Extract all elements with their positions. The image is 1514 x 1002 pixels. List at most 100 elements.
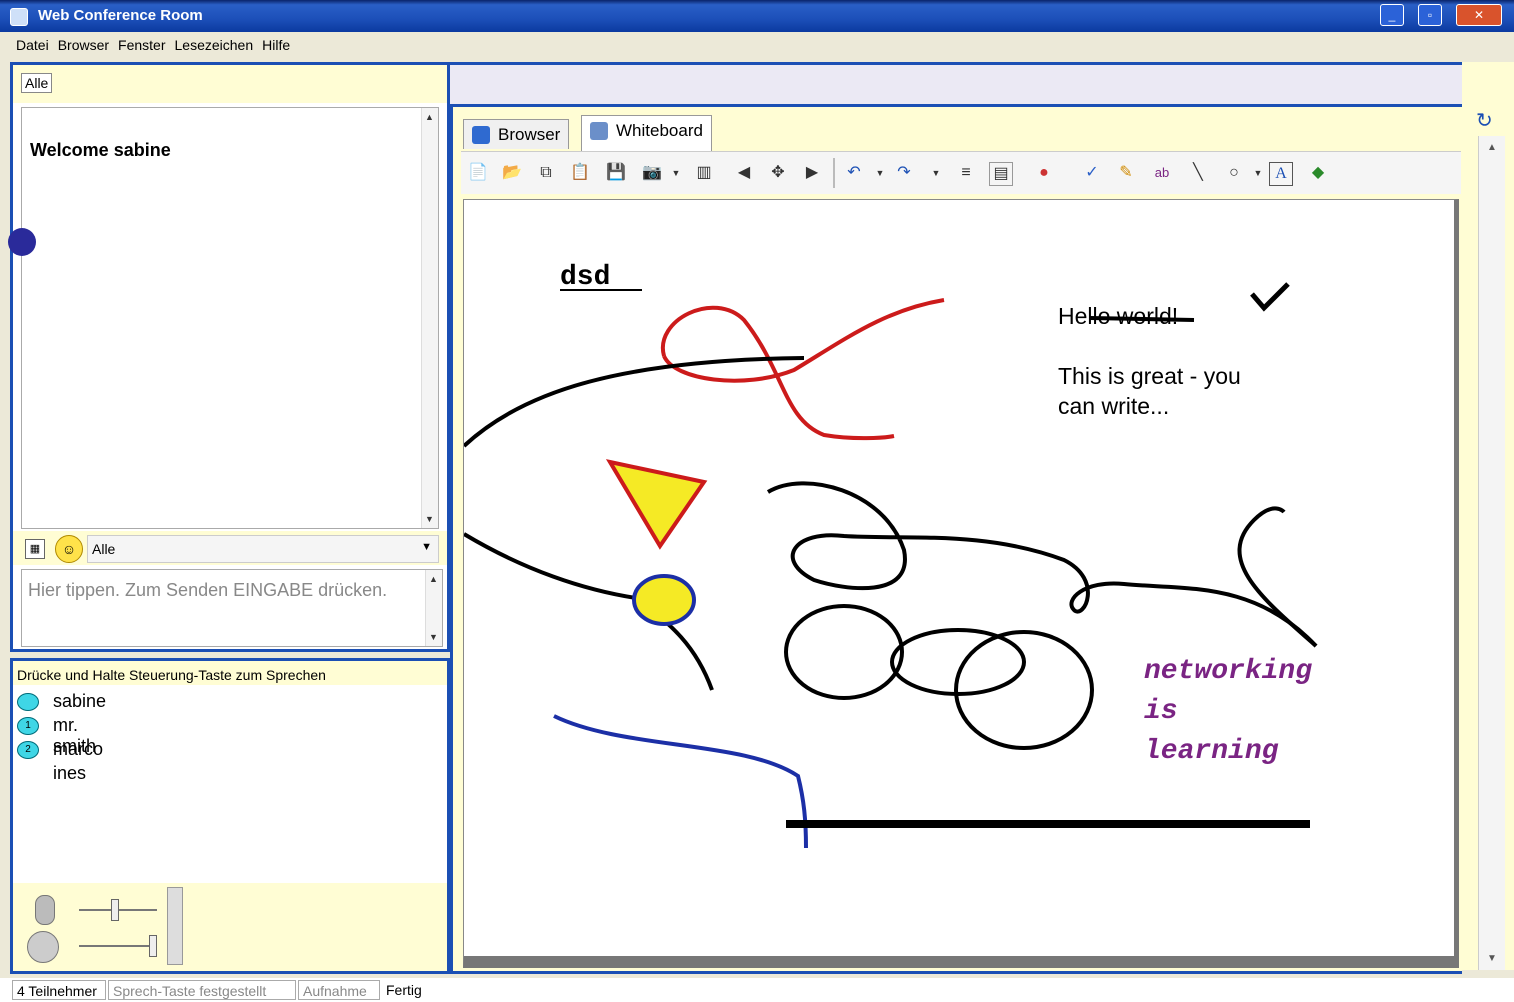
pencil-icon[interactable]: ✎	[1115, 162, 1137, 184]
scroll-up-icon[interactable]: ▲	[1487, 142, 1497, 153]
text-learning: learning	[1144, 736, 1279, 767]
chevron-down-icon[interactable]: ▼	[869, 162, 891, 184]
shapes-icon[interactable]: ◆	[1307, 162, 1329, 184]
redo-icon[interactable]: ↷	[893, 162, 915, 184]
chat-tab-strip: Alle	[13, 65, 447, 103]
whiteboard-drawing: dsd Hello world! This is great - you can…	[462, 262, 1318, 849]
menu-hilfe[interactable]: Hilfe	[259, 32, 296, 53]
globe-icon	[472, 126, 490, 144]
chat-input-placeholder: Hier tippen. Zum Senden EINGABE drücken.	[28, 580, 388, 600]
prev-icon[interactable]: ◀	[733, 162, 755, 184]
top-strip	[450, 62, 1462, 106]
chat-tab-all[interactable]: Alle	[21, 73, 53, 93]
presenter-dot	[8, 228, 36, 256]
menu-lesezeichen[interactable]: Lesezeichen	[172, 32, 260, 53]
speaker-icon[interactable]	[27, 931, 59, 963]
window-title: Web Conference Room	[38, 7, 203, 24]
status-recording: Aufnahme	[298, 980, 380, 1000]
chat-tools: ▦ ☺ Alle ▼	[13, 531, 447, 565]
speech-bubble-icon	[17, 693, 39, 711]
black-stroke	[1237, 506, 1318, 648]
text-note-line2: can write...	[1058, 393, 1169, 419]
line-width-icon[interactable]: ≡	[955, 162, 977, 184]
black-stroke	[766, 481, 1318, 648]
eraser-icon[interactable]: ●	[1033, 162, 1055, 184]
chat-scrollbar[interactable]: ▲ ▼	[421, 108, 438, 528]
chevron-down-icon[interactable]: ▼	[1247, 162, 1269, 184]
check-mark	[1250, 282, 1290, 312]
red-stroke	[662, 298, 945, 383]
maximize-icon[interactable]: ▫	[1418, 4, 1442, 26]
participant-name: marco	[53, 739, 104, 759]
text-tool-icon[interactable]: A	[1269, 162, 1293, 186]
scroll-down-icon[interactable]: ▼	[425, 514, 434, 524]
minimize-icon[interactable]: _	[1380, 4, 1404, 26]
status-bar: 4 Teilnehmer Sprech-Taste festgestellt A…	[0, 978, 1514, 1002]
status-state: Fertig	[382, 980, 442, 1000]
chevron-down-icon[interactable]: ▼	[665, 162, 687, 184]
new-page-icon[interactable]: 📄	[467, 162, 489, 184]
recipient-value: Alle	[92, 541, 116, 557]
tab-label: Browser	[498, 125, 561, 144]
save-icon[interactable]: 💾	[605, 162, 627, 184]
text-marker-icon[interactable]: ab	[1151, 162, 1173, 184]
whiteboard-canvas[interactable]: dsd Hello world! This is great - you can…	[462, 199, 1459, 968]
speaker-volume-slider[interactable]	[79, 945, 157, 947]
microphone-icon[interactable]	[35, 895, 55, 925]
chat-input-scrollbar[interactable]: ▲ ▼	[425, 570, 442, 646]
recipient-select[interactable]: Alle ▼	[87, 535, 439, 563]
page-scrollbar[interactable]: ▲ ▼	[1478, 136, 1505, 970]
chat-panel: Alle Welcome sabine ▲ ▼ ▦ ☺ Alle ▼ Hier …	[10, 62, 450, 652]
black-stroke	[462, 356, 805, 448]
open-icon[interactable]: 📂	[501, 162, 523, 184]
format-icon[interactable]: ▦	[25, 539, 45, 559]
chevron-down-icon: ▼	[421, 541, 432, 553]
scroll-up-icon[interactable]: ▲	[425, 112, 434, 122]
menu-fenster[interactable]: Fenster	[115, 32, 171, 53]
menu-datei[interactable]: Datei	[0, 32, 55, 53]
app-icon	[10, 8, 28, 26]
tab-browser[interactable]: Browser	[463, 119, 570, 149]
hello-struck: llo world	[1087, 303, 1171, 329]
scroll-down-icon[interactable]: ▼	[1487, 953, 1497, 964]
speech-bubble-icon: 2	[17, 741, 39, 759]
whiteboard-panel: Browser Whiteboard 📄 📂 ⧉ 📋 💾 📷 ▼ ▥ ◀ ✥ ▶…	[450, 104, 1462, 974]
scroll-down-icon[interactable]: ▼	[429, 632, 438, 642]
hello-suffix: !	[1172, 303, 1178, 329]
undo-icon[interactable]: ↶	[843, 162, 865, 184]
toolbar-separator	[833, 158, 835, 188]
copy-icon[interactable]: ⧉	[535, 162, 557, 184]
audio-controls	[13, 883, 447, 971]
chart-icon[interactable]: ▥	[693, 162, 715, 184]
text-networking: networking	[1144, 656, 1312, 687]
close-icon[interactable]: ✕	[1456, 4, 1502, 26]
red-stroke	[660, 305, 895, 441]
check-icon[interactable]: ✓	[1081, 162, 1103, 184]
whiteboard-icon	[590, 122, 608, 140]
whiteboard-toolbar: 📄 📂 ⧉ 📋 💾 📷 ▼ ▥ ◀ ✥ ▶ ↶ ▼ ↷ ▼ ≡ ▤ ● ✓ ✎ …	[461, 151, 1461, 194]
scroll-up-icon[interactable]: ▲	[429, 574, 438, 584]
smiley-icon[interactable]: ☺	[55, 535, 83, 563]
tab-label: Whiteboard	[616, 121, 703, 140]
ellipse-icon[interactable]: ○	[1223, 162, 1245, 184]
snapshot-icon[interactable]: 📷	[641, 162, 663, 184]
tab-whiteboard[interactable]: Whiteboard	[581, 115, 712, 151]
chat-input[interactable]: Hier tippen. Zum Senden EINGABE drücken.…	[21, 569, 443, 647]
speaker-volume-thumb[interactable]	[149, 935, 157, 957]
next-icon[interactable]: ▶	[801, 162, 823, 184]
line-icon[interactable]: ╲	[1187, 162, 1209, 184]
move-icon[interactable]: ✥	[767, 162, 789, 184]
hello-prefix: He	[1058, 303, 1087, 329]
refresh-icon[interactable]: ↻	[1476, 108, 1493, 133]
voice-panel: Drücke und Halte Steuerung-Taste zum Spr…	[10, 658, 450, 974]
paste-icon[interactable]: 📋	[569, 162, 591, 184]
status-push-to-talk: Sprech-Taste festgestellt	[108, 980, 296, 1000]
welcome-message: Welcome sabine	[30, 140, 171, 160]
menu-browser[interactable]: Browser	[55, 32, 115, 53]
select-icon[interactable]: ▤	[989, 162, 1013, 186]
level-meter	[167, 887, 183, 965]
mic-volume-thumb[interactable]	[111, 899, 119, 921]
text-note-line1: This is great - you	[1058, 363, 1241, 389]
chevron-down-icon[interactable]: ▼	[925, 162, 947, 184]
status-participants: 4 Teilnehmer	[12, 980, 106, 1000]
